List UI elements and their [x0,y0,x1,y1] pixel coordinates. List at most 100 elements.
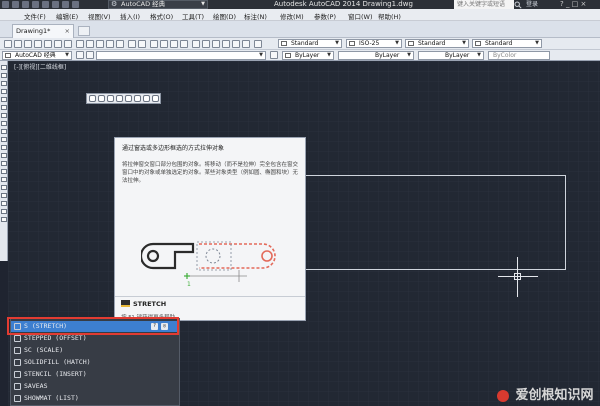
zoom-dynamic-icon[interactable] [98,95,105,102]
zoom-center-icon[interactable] [116,95,123,102]
autocomplete-item[interactable]: SHOWMAT (LIST) [11,393,179,404]
sheet-set-icon[interactable] [222,40,230,48]
region-icon[interactable] [1,193,7,198]
zoom-window-icon[interactable] [89,95,96,102]
plot-icon[interactable] [52,1,59,8]
zoom-previous-icon[interactable] [180,40,188,48]
autocomplete-item[interactable]: SC (SCALE) [11,345,179,356]
match-properties-icon[interactable] [106,40,114,48]
copy-icon[interactable] [86,40,94,48]
ellipse-arc-icon[interactable] [1,145,7,150]
autocomplete-item[interactable]: SAVEAS [11,381,179,392]
ellipse-icon[interactable] [1,137,7,142]
table-icon[interactable] [1,201,7,206]
polygon-icon[interactable] [1,89,7,94]
menu-file[interactable]: 文件(F) [24,11,46,21]
color-select[interactable]: ByLayer ▼ [282,51,334,60]
zoom-all-icon[interactable] [152,95,159,102]
zoom-scale-icon[interactable] [107,95,114,102]
design-center-icon[interactable] [202,40,210,48]
add-selected-icon[interactable] [1,217,7,222]
zoom-object-icon[interactable] [125,95,132,102]
layer-state-icon[interactable] [86,51,94,59]
undo-icon[interactable] [62,1,69,8]
open-icon[interactable] [14,40,22,48]
block-editor-icon[interactable] [116,40,124,48]
workspace-toolbar-select[interactable]: AutoCAD 经典 ▼ [2,51,72,60]
menu-help[interactable]: 帮助(H) [378,11,401,21]
revcloud-icon[interactable] [1,121,7,126]
tool-palettes-icon[interactable] [212,40,220,48]
menu-window[interactable]: 窗口(W) [348,11,373,21]
open-icon[interactable] [22,1,29,8]
menu-parametric[interactable]: 参数(P) [314,11,336,21]
rectangle-icon[interactable] [1,97,7,102]
construction-line-icon[interactable] [1,73,7,78]
zoom-window-icon[interactable] [170,40,178,48]
cut-icon[interactable] [76,40,84,48]
insert-block-icon[interactable] [1,153,7,158]
new-icon[interactable] [12,1,19,8]
table-style-select[interactable]: Standard ▼ [405,39,469,48]
undo-icon[interactable] [128,40,136,48]
arc-icon[interactable] [1,105,7,110]
plot-style-select[interactable]: ByColor [488,51,550,60]
3d-icon[interactable] [64,40,72,48]
drawn-rectangle[interactable] [295,175,566,270]
app-menu-icon[interactable] [2,1,9,8]
redo-icon[interactable] [72,1,79,8]
menu-insert[interactable]: 插入(I) [120,11,140,21]
new-icon[interactable] [4,40,12,48]
publish-icon[interactable] [54,40,62,48]
workspace-select[interactable]: ⚙ AutoCAD 经典 ▼ [108,0,208,9]
help-icon[interactable] [254,40,262,48]
tab-drawing1[interactable]: Drawing1* × [12,24,74,38]
signin-button[interactable]: 登录 [526,0,556,9]
point-icon[interactable] [1,169,7,174]
dim-style-select[interactable]: ISO-25 ▼ [346,39,402,48]
new-tab-button[interactable] [78,26,90,36]
paste-icon[interactable] [96,40,104,48]
layer-properties-icon[interactable] [76,51,84,59]
make-current-layer-icon[interactable] [270,51,278,59]
text-style-select[interactable]: Standard ▼ [278,39,342,48]
pan-icon[interactable] [150,40,158,48]
menu-format[interactable]: 格式(O) [150,11,173,21]
linetype-select[interactable]: ByLayer ▼ [338,51,414,60]
gradient-icon[interactable] [1,185,7,190]
markup-icon[interactable] [232,40,240,48]
print-icon[interactable] [34,40,42,48]
menu-dimension[interactable]: 标注(N) [244,11,267,21]
window-controls[interactable]: ? _ □ × [560,0,600,9]
menu-modify[interactable]: 修改(M) [280,11,304,21]
menu-tools[interactable]: 工具(T) [182,11,204,21]
properties-icon[interactable] [192,40,200,48]
circle-icon[interactable] [1,113,7,118]
autocomplete-item[interactable]: SOLIDFILL (HATCH) [11,357,179,368]
mtext-icon[interactable] [1,209,7,214]
hatch-icon[interactable] [1,177,7,182]
layer-select[interactable]: ▼ [96,51,266,60]
saveas-icon[interactable] [42,1,49,8]
polyline-icon[interactable] [1,81,7,86]
viewport-controls[interactable]: [-][俯视][二维线框] [14,62,66,71]
zoom-in-icon[interactable] [134,95,141,102]
menu-view[interactable]: 视图(V) [88,11,111,21]
zoom-out-icon[interactable] [143,95,150,102]
make-block-icon[interactable] [1,161,7,166]
save-icon[interactable] [32,1,39,8]
preview-icon[interactable] [44,40,52,48]
line-icon[interactable] [1,65,7,70]
lineweight-select[interactable]: ByLayer ▼ [418,51,484,60]
autocomplete-item[interactable]: STENCIL (INSERT) [11,369,179,380]
redo-icon[interactable] [138,40,146,48]
menu-draw[interactable]: 绘图(D) [213,11,236,21]
zoom-realtime-icon[interactable] [160,40,168,48]
spline-icon[interactable] [1,129,7,134]
quickcalc-icon[interactable] [242,40,250,48]
close-icon[interactable]: × [65,25,70,37]
multileader-style-select[interactable]: Standard ▼ [472,39,542,48]
menu-edit[interactable]: 编辑(E) [56,11,78,21]
search-input[interactable]: 键入关键字或短语 [454,0,514,9]
save-icon[interactable] [24,40,32,48]
